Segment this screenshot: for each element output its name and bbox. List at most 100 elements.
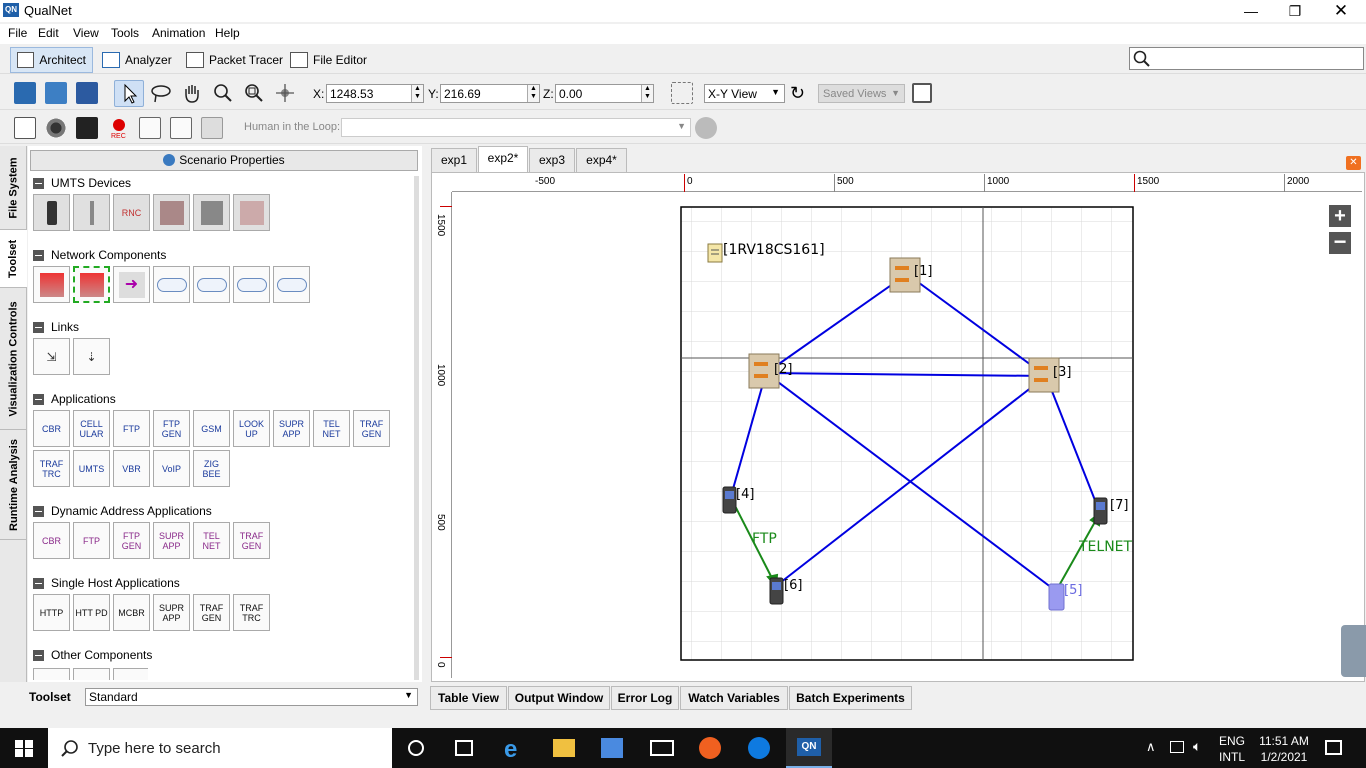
scenario-canvas[interactable]: [1RV18CS161] [1] [2] [3] [4] [5] [6] [7] [452, 192, 1364, 680]
menu-edit[interactable]: Edit [38, 26, 59, 40]
file-explorer-icon[interactable] [553, 739, 575, 757]
tab-exp2[interactable]: exp2* [478, 146, 528, 172]
qualnet-taskbar-button[interactable]: QN [786, 728, 832, 768]
app-supr-app-tile[interactable]: SUPR APP [273, 410, 310, 447]
menu-animation[interactable]: Animation [152, 26, 205, 40]
zoom-out-icon[interactable]: − [1329, 231, 1351, 254]
dyn-traf-gen-tile[interactable]: TRAF GEN [233, 522, 270, 559]
menu-view[interactable]: View [73, 26, 99, 40]
interface-tile[interactable]: ➜ [113, 266, 150, 303]
satellite-tile[interactable] [233, 266, 270, 303]
z-coordinate-field[interactable]: 0.00 ▲ ▼ [555, 84, 654, 103]
toolset-select[interactable]: Standard ▼ [85, 688, 418, 706]
tray-chevron-icon[interactable]: ∧ [1146, 739, 1156, 755]
pan-hand-icon[interactable] [181, 82, 203, 104]
lasso-icon[interactable] [150, 82, 172, 104]
dyn-supr-app-tile[interactable]: SUPR APP [153, 522, 190, 559]
tab-batch-experiments[interactable]: Batch Experiments [789, 686, 912, 710]
single-supr-app-tile[interactable]: SUPR APP [153, 594, 190, 631]
dyn-telnet-tile[interactable]: TEL NET [193, 522, 230, 559]
task-view-icon[interactable] [455, 740, 473, 756]
clapperboard-icon[interactable] [76, 117, 98, 139]
section-applications[interactable]: Applications [33, 392, 116, 406]
app-traf-trc-tile[interactable]: TRAF TRC [33, 450, 70, 487]
edit-pencil-icon[interactable] [139, 117, 161, 139]
packet-tracer-button[interactable]: Packet Tracer [180, 47, 289, 73]
search-input[interactable] [1129, 47, 1364, 70]
tab-file-system[interactable]: File System [0, 146, 27, 230]
note-tile[interactable] [113, 668, 148, 680]
section-umts[interactable]: UMTS Devices [33, 176, 131, 190]
x-spinner-icon[interactable]: ▲ ▼ [411, 85, 423, 102]
record-icon[interactable]: REC [108, 117, 130, 140]
tab-exp4[interactable]: exp4* [576, 148, 627, 172]
umts-nodeb-tile[interactable] [73, 194, 110, 231]
menu-help[interactable]: Help [215, 26, 240, 40]
firefox-icon[interactable] [699, 737, 721, 759]
umts-rnc-tile[interactable]: RNC [113, 194, 150, 231]
zoom-icon[interactable] [212, 82, 234, 104]
collapse-icon[interactable] [33, 393, 44, 405]
notifications-icon[interactable] [1325, 740, 1342, 755]
new-scenario-icon[interactable] [14, 82, 36, 104]
scenario-properties-button[interactable]: Scenario Properties [30, 150, 418, 171]
app-ftp-gen-tile[interactable]: FTP GEN [153, 410, 190, 447]
dyn-ftp-gen-tile[interactable]: FTP GEN [113, 522, 150, 559]
umts-hlr-tile[interactable] [233, 194, 270, 231]
folder-tile[interactable] [73, 668, 110, 680]
view-window-icon[interactable] [912, 83, 932, 103]
volume-icon[interactable]: 🔈︎ [1193, 738, 1201, 755]
mail-icon[interactable] [650, 740, 674, 756]
device-group-tile[interactable] [73, 266, 110, 303]
collapse-icon[interactable] [33, 649, 44, 661]
network-icon[interactable] [1170, 741, 1184, 753]
collapse-icon[interactable] [33, 249, 44, 261]
wireless-link-tile[interactable]: ⇣ [73, 338, 110, 375]
umts-sgsn-tile[interactable] [153, 194, 190, 231]
collapse-icon[interactable] [33, 321, 44, 333]
tab-watch-variables[interactable]: Watch Variables [680, 686, 788, 710]
app-traf-gen-tile[interactable]: TRAF GEN [353, 410, 390, 447]
close-tab-icon[interactable]: ✕ [1346, 156, 1361, 170]
reset-view-icon[interactable]: ↻ [790, 83, 805, 104]
zoom-in-icon[interactable]: + [1329, 205, 1351, 227]
collapse-icon[interactable] [33, 177, 44, 189]
teamviewer-handle-icon[interactable] [1341, 625, 1366, 677]
tab-runtime-analysis[interactable]: Runtime Analysis [0, 430, 27, 540]
collapse-icon[interactable] [33, 505, 44, 517]
analyzer-button[interactable]: Analyzer [96, 47, 178, 73]
section-single-host-applications[interactable]: Single Host Applications [33, 576, 180, 590]
section-links[interactable]: Links [33, 320, 79, 334]
app-cellular-tile[interactable]: CELL ULAR [73, 410, 110, 447]
dyn-ftp-tile[interactable]: FTP [73, 522, 110, 559]
panel-scrollbar[interactable] [414, 176, 419, 680]
app-cbr-tile[interactable]: CBR [33, 410, 70, 447]
edge-icon[interactable]: e [504, 736, 517, 764]
app-vbr-tile[interactable]: VBR [113, 450, 150, 487]
chart-icon[interactable] [170, 117, 192, 139]
single-traf-gen-tile[interactable]: TRAF GEN [193, 594, 230, 631]
menu-tools[interactable]: Tools [111, 26, 139, 40]
cloud-tile[interactable] [33, 668, 70, 680]
app-lookup-tile[interactable]: LOOK UP [233, 410, 270, 447]
device-icon[interactable] [201, 117, 223, 139]
x-coordinate-field[interactable]: 1248.53 ▲ ▼ [326, 84, 424, 103]
app-telnet-tile[interactable]: TEL NET [313, 410, 350, 447]
section-other-components[interactable]: Other Components [33, 648, 152, 662]
tab-exp3[interactable]: exp3 [529, 148, 575, 172]
cortana-icon[interactable] [408, 740, 424, 756]
single-traf-trc-tile[interactable]: TRAF TRC [233, 594, 270, 631]
umts-phone-tile[interactable] [33, 194, 70, 231]
scenario-doc-icon[interactable] [14, 117, 36, 139]
view-select[interactable]: X-Y View ▼ [704, 84, 785, 103]
saved-views-select[interactable]: Saved Views ▼ [818, 84, 905, 103]
app-ftp-tile[interactable]: FTP [113, 410, 150, 447]
taskbar-search-input[interactable]: Type here to search [48, 728, 392, 768]
teamviewer-icon[interactable] [748, 737, 770, 759]
dyn-cbr-tile[interactable]: CBR [33, 522, 70, 559]
link-tile[interactable]: ⇲ [33, 338, 70, 375]
hitl-input[interactable]: ▼ [341, 118, 691, 137]
single-httpd-tile[interactable]: HTT PD [73, 594, 110, 631]
tab-error-log[interactable]: Error Log [611, 686, 679, 710]
save-icon[interactable] [76, 82, 98, 104]
